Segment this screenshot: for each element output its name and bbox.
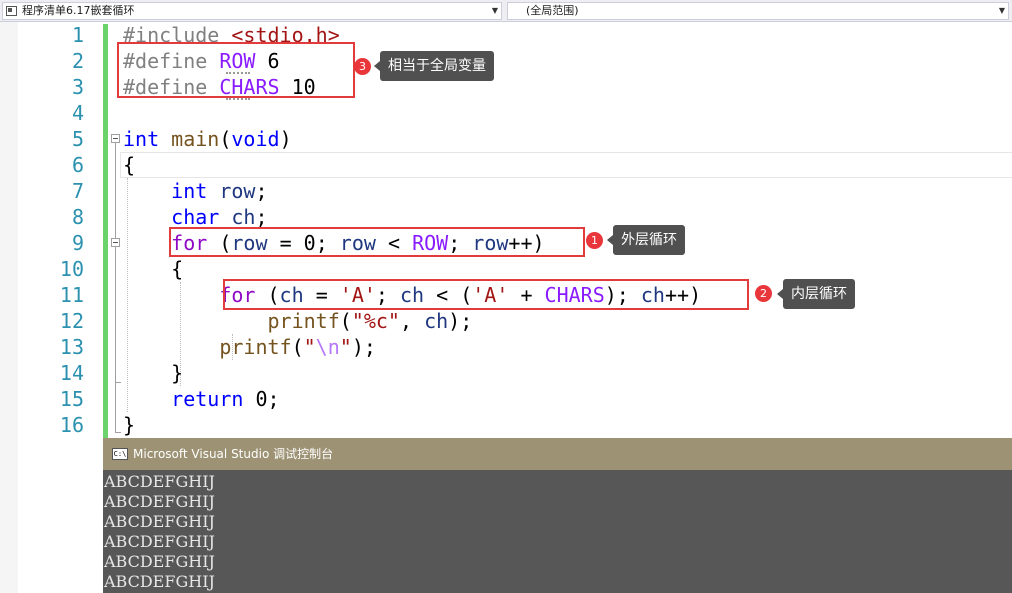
punctuation: , bbox=[399, 309, 413, 333]
define-highlight-box bbox=[117, 42, 355, 98]
line-number: 2 bbox=[71, 49, 84, 73]
brace: } bbox=[123, 413, 136, 437]
brace: } bbox=[171, 361, 184, 385]
function-name: printf bbox=[219, 335, 292, 359]
outline-end bbox=[115, 432, 121, 433]
keyword: int bbox=[171, 179, 208, 203]
punctuation: ; bbox=[267, 387, 280, 411]
code-line-5: int main(void) bbox=[123, 126, 292, 152]
line-number: 14 bbox=[59, 361, 84, 385]
console-output-line: ABCDEFGHIJ bbox=[104, 512, 215, 531]
code-line-12: printf("%c", ch); bbox=[123, 308, 473, 334]
outer-loop-highlight-box bbox=[169, 227, 585, 257]
line-number: 11 bbox=[59, 283, 84, 307]
chevron-down-icon: ▼ bbox=[998, 6, 1005, 15]
function-name: main bbox=[171, 127, 220, 151]
punctuation: ( bbox=[291, 335, 304, 359]
line-number: 9 bbox=[71, 231, 84, 255]
punctuation: ) bbox=[279, 127, 292, 151]
line-number: 13 bbox=[59, 335, 84, 359]
chevron-down-icon: ▼ bbox=[491, 6, 498, 15]
global-scope-label: (全局范围) bbox=[526, 4, 579, 17]
annotation-badge-3: 3 bbox=[354, 58, 371, 75]
console-output-line: ABCDEFGHIJ bbox=[104, 552, 215, 571]
code-line-7: int row; bbox=[123, 178, 268, 204]
identifier: ch bbox=[231, 205, 256, 229]
punctuation: ( bbox=[339, 309, 352, 333]
punctuation: ; bbox=[255, 205, 268, 229]
line-number: 5 bbox=[71, 127, 84, 151]
collapse-for-icon[interactable] bbox=[111, 238, 120, 247]
punctuation: ); bbox=[351, 335, 376, 359]
outline-line bbox=[115, 143, 116, 433]
string-quote: " bbox=[339, 335, 352, 359]
line-number: 16 bbox=[59, 413, 84, 437]
inner-loop-highlight-box bbox=[223, 279, 749, 310]
punctuation: ; bbox=[255, 179, 268, 203]
punctuation: ); bbox=[448, 309, 473, 333]
console-output-line: ABCDEFGHIJ bbox=[104, 572, 215, 591]
escape-sequence: \n bbox=[315, 335, 340, 359]
code-line-13: printf("\n"); bbox=[123, 334, 376, 360]
code-line-15: return 0; bbox=[123, 386, 280, 412]
brace: { bbox=[123, 153, 136, 177]
line-number: 8 bbox=[71, 205, 84, 229]
project-icon bbox=[6, 6, 17, 16]
editor-navigation-bar: 程序清单6.17嵌套循环 ▼ (全局范围) ▼ bbox=[0, 0, 1012, 22]
punctuation: ( bbox=[219, 127, 232, 151]
console-output-line: ABCDEFGHIJ bbox=[104, 472, 215, 491]
annotation-label-outer-loop: 外层循环 bbox=[607, 225, 685, 255]
line-number: 10 bbox=[59, 257, 84, 281]
keyword: void bbox=[231, 127, 280, 151]
outline-end bbox=[115, 382, 121, 383]
number: 0 bbox=[255, 387, 268, 411]
line-number: 4 bbox=[71, 101, 84, 125]
collapse-main-icon[interactable] bbox=[111, 134, 120, 143]
console-app-icon: C:\ bbox=[112, 448, 128, 460]
annotation-label-global: 相当于全局变量 bbox=[374, 51, 494, 81]
change-tracking-bar bbox=[103, 24, 108, 438]
file-scope-dropdown[interactable]: 程序清单6.17嵌套循环 ▼ bbox=[2, 2, 502, 20]
annotation-badge-2: 2 bbox=[755, 285, 772, 302]
line-number: 15 bbox=[59, 387, 84, 411]
debug-console-window[interactable]: C:\ Microsoft Visual Studio 调试控制台 ABCDEF… bbox=[103, 438, 1012, 593]
code-line-10: { bbox=[123, 256, 183, 282]
console-output-line: ABCDEFGHIJ bbox=[104, 492, 215, 511]
line-number: 7 bbox=[71, 179, 84, 203]
console-title: Microsoft Visual Studio 调试控制台 bbox=[133, 447, 334, 461]
brace: { bbox=[171, 257, 184, 281]
file-scope-label: 程序清单6.17嵌套循环 bbox=[22, 4, 135, 17]
string-literal: "%c" bbox=[351, 309, 400, 333]
identifier: row bbox=[219, 179, 256, 203]
annotation-label-inner-loop: 内层循环 bbox=[777, 279, 855, 309]
console-output-area[interactable]: ABCDEFGHIJ ABCDEFGHIJ ABCDEFGHIJ ABCDEFG… bbox=[103, 470, 1012, 593]
line-number: 12 bbox=[59, 309, 84, 333]
code-line-14: } bbox=[123, 360, 183, 386]
glyph-margin bbox=[0, 22, 18, 593]
keyword: int bbox=[123, 127, 160, 151]
code-line-16: } bbox=[123, 412, 135, 438]
code-line-6: { bbox=[123, 152, 135, 178]
console-title-bar[interactable]: C:\ Microsoft Visual Studio 调试控制台 bbox=[103, 438, 1012, 470]
annotation-badge-1: 1 bbox=[586, 232, 603, 249]
line-number: 1 bbox=[71, 23, 84, 47]
function-name: printf bbox=[267, 309, 340, 333]
line-number: 3 bbox=[71, 75, 84, 99]
keyword: char bbox=[171, 205, 220, 229]
string-quote: " bbox=[303, 335, 316, 359]
keyword: return bbox=[171, 387, 244, 411]
console-output-line: ABCDEFGHIJ bbox=[104, 532, 215, 551]
current-line-highlight bbox=[120, 152, 1012, 178]
identifier: ch bbox=[424, 309, 449, 333]
line-number: 6 bbox=[71, 153, 84, 177]
global-scope-dropdown[interactable]: (全局范围) ▼ bbox=[507, 2, 1009, 20]
